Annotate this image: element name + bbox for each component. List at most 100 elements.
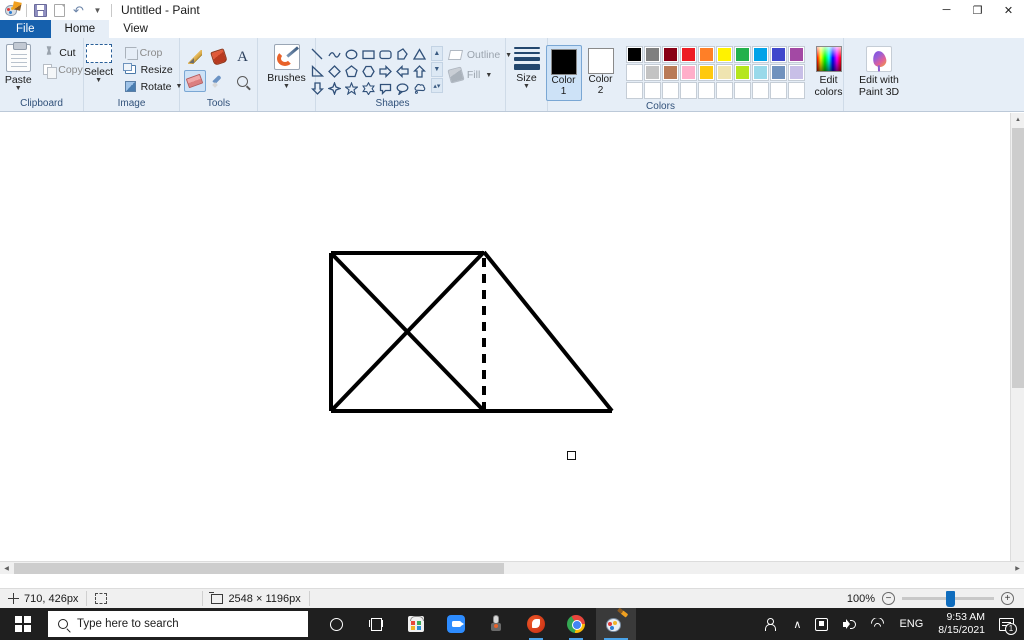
shapes-expand-icon[interactable]: ▴▾ [430,78,443,93]
palette-swatch-1-2[interactable] [643,46,661,63]
color-picker-tool[interactable] [208,70,230,92]
zoom-app-button[interactable] [436,608,476,640]
network-wifi-icon[interactable] [863,608,892,640]
paste-dropdown-caret-icon[interactable]: ▼ [15,85,22,92]
shapes-scroll-down-icon[interactable]: ▼ [430,62,443,77]
paint-logo-icon[interactable] [4,1,22,19]
device-icon[interactable] [808,608,835,640]
zoom-slider[interactable] [902,591,994,607]
edit-with-paint3d-button[interactable]: Edit with Paint 3D [854,42,904,100]
vertical-scrollbar[interactable]: ▲ ▼ [1010,113,1024,574]
palette-swatch-3-10[interactable] [787,82,805,99]
shapes-scroll-up-icon[interactable]: ▲ [430,46,443,61]
shape-curve[interactable] [327,46,343,62]
palette-swatch-3-7[interactable] [733,82,751,99]
paint-taskbar-button[interactable] [596,607,636,640]
shape-polygon[interactable] [395,46,411,62]
zoom-slider-thumb[interactable] [946,591,955,607]
restore-button[interactable]: ❐ [962,0,993,20]
tab-file[interactable]: File [0,20,51,38]
clock[interactable]: 9:53 AM 8/15/2021 [930,608,993,640]
shape-triangle[interactable] [412,46,428,62]
palette-swatch-3-9[interactable] [769,82,787,99]
shape-pentagon[interactable] [344,63,360,79]
show-hidden-icons-chevron-icon[interactable]: ∧ [786,608,808,640]
palette-swatch-1-7[interactable] [733,46,751,63]
color1-button[interactable]: Color 1 [545,45,582,101]
volume-icon[interactable] [835,608,863,640]
shape-rectangle[interactable] [361,46,377,62]
fill-caret-icon[interactable]: ▼ [485,72,492,79]
undo-icon[interactable]: ↶ [70,2,87,19]
palette-swatch-1-5[interactable] [697,46,715,63]
outline-button[interactable]: Outline ▼ [449,48,512,62]
color2-button[interactable]: Color 2 [584,45,618,99]
cortana-button[interactable] [316,608,356,640]
palette-swatch-2-8[interactable] [751,64,769,81]
palette-swatch-1-6[interactable] [715,46,733,63]
scroll-left-icon[interactable]: ◀ [0,562,13,575]
shape-rounded-rectangular-callout[interactable] [378,80,394,96]
magnifier-tool[interactable] [232,70,254,92]
close-button[interactable]: ✕ [993,0,1024,20]
people-icon[interactable] [758,608,786,640]
crop-button[interactable]: Crop [120,44,186,61]
shape-four-point-star[interactable] [327,80,343,96]
customize-qat-caret-icon[interactable]: ▼ [89,2,106,19]
palette-swatch-2-10[interactable] [787,64,805,81]
taskbar-search-box[interactable]: Type here to search [48,611,308,637]
red-app-button[interactable] [516,608,556,640]
palette-swatch-3-2[interactable] [643,82,661,99]
palette-swatch-1-3[interactable] [661,46,679,63]
palette-swatch-2-5[interactable] [697,64,715,81]
palette-swatch-1-10[interactable] [787,46,805,63]
palette-swatch-2-6[interactable] [715,64,733,81]
microphone-device-button[interactable] [476,608,516,640]
palette-swatch-1-8[interactable] [751,46,769,63]
palette-swatch-1-1[interactable] [625,46,643,63]
task-view-button[interactable] [356,608,396,640]
canvas-viewport[interactable] [0,113,1010,574]
palette-swatch-2-3[interactable] [661,64,679,81]
google-chrome-button[interactable] [556,608,596,640]
shape-oval-callout[interactable] [395,80,411,96]
palette-swatch-3-6[interactable] [715,82,733,99]
eraser-tool[interactable] [183,70,206,92]
tab-home[interactable]: Home [50,20,110,38]
palette-swatch-3-4[interactable] [679,82,697,99]
language-indicator[interactable]: ENG [892,608,930,640]
minimize-button[interactable]: ─ [931,0,962,20]
palette-swatch-2-4[interactable] [679,64,697,81]
select-dropdown-caret-icon[interactable]: ▼ [95,77,102,84]
horizontal-scrollbar[interactable]: ◀ ▶ [0,561,1024,574]
scroll-right-icon[interactable]: ▶ [1011,562,1024,575]
palette-swatch-1-4[interactable] [679,46,697,63]
size-dropdown-caret-icon[interactable]: ▼ [523,83,530,90]
palette-swatch-2-9[interactable] [769,64,787,81]
shape-diamond[interactable] [327,63,343,79]
horizontal-scroll-thumb[interactable] [14,563,504,574]
fill-button[interactable]: Fill ▼ [447,66,512,84]
shape-cloud-callout[interactable] [412,80,428,96]
start-button[interactable] [0,608,46,640]
palette-swatch-3-8[interactable] [751,82,769,99]
rotate-button[interactable]: Rotate ▼ [120,78,186,95]
brushes-button[interactable]: Brushes ▼ [262,42,311,91]
palette-swatch-2-1[interactable] [625,64,643,81]
shape-up-arrow[interactable] [412,63,428,79]
palette-swatch-3-3[interactable] [661,82,679,99]
pencil-tool[interactable] [184,46,206,68]
text-tool[interactable]: A [232,46,254,68]
select-button[interactable]: Select ▼ [78,42,120,85]
palette-swatch-2-2[interactable] [643,64,661,81]
shape-hexagon[interactable] [361,63,377,79]
scroll-up-icon[interactable]: ▲ [1011,113,1024,127]
drawing-canvas[interactable] [0,113,1010,574]
palette-swatch-3-1[interactable] [625,82,643,99]
shape-down-arrow[interactable] [310,80,326,96]
microsoft-store-button[interactable] [396,608,436,640]
notifications-button[interactable]: 1 [993,617,1024,635]
brushes-dropdown-caret-icon[interactable]: ▼ [283,83,290,90]
shape-six-point-star[interactable] [361,80,377,96]
paste-button[interactable]: Paste ▼ [0,42,39,93]
